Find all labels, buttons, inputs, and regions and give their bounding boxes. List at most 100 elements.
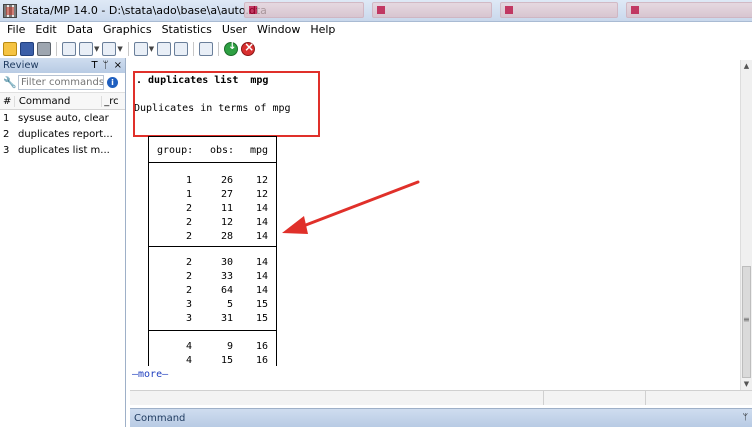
- filter-toggle-icon[interactable]: T: [92, 60, 98, 71]
- toolbar-separator: [193, 42, 195, 56]
- pin-icon[interactable]: ᛘ: [103, 60, 109, 71]
- toolbar-separator: [56, 42, 57, 56]
- history-num: 3: [3, 144, 10, 156]
- menu-graphics[interactable]: Graphics: [98, 23, 157, 37]
- cell-group: 2: [185, 271, 192, 282]
- header-mpg: mpg: [250, 145, 269, 156]
- menu-window[interactable]: Window: [252, 23, 305, 37]
- cell-obs: 15: [220, 355, 233, 366]
- cell-group: 1: [185, 175, 192, 186]
- viewer-icon[interactable]: [79, 42, 93, 56]
- data-browser-icon[interactable]: [174, 42, 189, 56]
- cell-obs: 27: [220, 189, 233, 200]
- cell-obs: 5: [226, 299, 233, 310]
- data-editor-icon[interactable]: [157, 42, 172, 56]
- toolbar-separator: [218, 42, 220, 56]
- cell-obs: 11: [220, 203, 233, 214]
- scroll-down-icon[interactable]: ▼: [741, 378, 752, 390]
- column-rc[interactable]: _rc: [101, 95, 125, 107]
- cell-group: 2: [185, 257, 192, 268]
- blurred-tab: [626, 2, 752, 18]
- history-row[interactable]: 1 sysuse auto, clear: [0, 110, 125, 126]
- chevron-down-icon[interactable]: ▼: [117, 45, 122, 53]
- blurred-tab: [372, 2, 492, 18]
- break-icon[interactable]: [241, 40, 256, 56]
- more-link[interactable]: —more—: [132, 369, 168, 380]
- cell-mpg: 12: [255, 189, 268, 200]
- menu-edit[interactable]: Edit: [30, 23, 61, 37]
- review-title: Review: [3, 60, 39, 71]
- scroll-up-icon[interactable]: ▲: [741, 60, 752, 72]
- cell-mpg: 14: [255, 203, 268, 214]
- cell-mpg: 14: [255, 285, 268, 296]
- chevron-down-icon[interactable]: ▼: [149, 45, 154, 53]
- variables-manager-icon[interactable]: [199, 42, 214, 56]
- clear-more-icon[interactable]: [224, 41, 239, 56]
- save-icon[interactable]: [20, 42, 34, 56]
- command-pane-header: Command ᛘ: [130, 408, 752, 427]
- status-segment: [544, 391, 646, 405]
- table-top-rule: [148, 136, 277, 137]
- graph-icon[interactable]: [102, 42, 117, 56]
- cell-group: 2: [185, 285, 192, 296]
- cell-obs: 9: [226, 341, 233, 352]
- cell-obs: 30: [220, 257, 233, 268]
- review-header: Review T ᛘ ×: [0, 58, 125, 73]
- blurred-tab: [500, 2, 618, 18]
- do-file-editor-icon[interactable]: [133, 42, 148, 56]
- header-obs: obs:: [210, 145, 235, 156]
- cell-obs: 64: [220, 285, 233, 296]
- cell-obs: 31: [220, 313, 233, 324]
- cell-mpg: 14: [255, 231, 268, 242]
- history-command: duplicates report...: [18, 128, 113, 140]
- history-row[interactable]: 3 duplicates list m...: [0, 142, 125, 158]
- cell-mpg: 14: [255, 271, 268, 282]
- print-icon[interactable]: [37, 42, 51, 56]
- menu-data[interactable]: Data: [62, 23, 98, 37]
- cell-obs: 26: [220, 175, 233, 186]
- status-segment: [130, 391, 544, 405]
- cell-group: 2: [185, 203, 192, 214]
- cell-group: 1: [185, 189, 192, 200]
- log-icon[interactable]: [62, 42, 76, 56]
- cell-mpg: 12: [255, 175, 268, 186]
- menu-statistics[interactable]: Statistics: [157, 23, 217, 37]
- open-icon[interactable]: [3, 42, 17, 56]
- menu-bar: File Edit Data Graphics Statistics User …: [0, 22, 752, 38]
- header-group: group:: [157, 145, 194, 156]
- cell-obs: 28: [220, 231, 233, 242]
- results-scrollbar[interactable]: ▲ ≡ ▼: [740, 60, 752, 390]
- menu-user[interactable]: User: [217, 23, 252, 37]
- cell-obs: 12: [220, 217, 233, 228]
- blurred-window-tabs: [244, 2, 752, 18]
- filter-commands-input[interactable]: [18, 75, 104, 90]
- pin-icon[interactable]: ᛘ: [743, 413, 748, 423]
- cell-mpg: 14: [255, 257, 268, 268]
- history-command: duplicates list m...: [18, 144, 110, 156]
- history-row[interactable]: 2 duplicates report...: [0, 126, 125, 142]
- close-icon[interactable]: ×: [114, 60, 122, 71]
- cell-group: 3: [185, 299, 192, 310]
- menu-help[interactable]: Help: [305, 23, 340, 37]
- history-num: 2: [3, 128, 10, 140]
- cell-obs: 33: [220, 271, 233, 282]
- wrench-icon[interactable]: 🔧: [3, 76, 17, 89]
- column-num[interactable]: #: [0, 96, 14, 107]
- duplicates-table: [148, 136, 277, 366]
- cell-group: 2: [185, 231, 192, 242]
- blurred-tab: [244, 2, 364, 18]
- table-separator: [148, 330, 277, 331]
- cell-mpg: 15: [255, 299, 268, 310]
- table-separator: [148, 246, 277, 247]
- menu-file[interactable]: File: [2, 23, 30, 37]
- history-command: sysuse auto, clear: [18, 112, 109, 124]
- chevron-down-icon[interactable]: ▼: [94, 45, 99, 53]
- title-bar: Stata/MP 14.0 - D:\stata\ado\base\a\auto…: [0, 0, 752, 22]
- filter-row: 🔧 i: [0, 73, 125, 93]
- column-command[interactable]: Command: [13, 95, 101, 107]
- cell-mpg: 15: [255, 313, 268, 324]
- info-icon[interactable]: i: [107, 77, 118, 88]
- review-column-headers: # Command _rc: [0, 93, 125, 110]
- cell-mpg: 16: [255, 355, 268, 366]
- cell-group: 4: [185, 355, 192, 366]
